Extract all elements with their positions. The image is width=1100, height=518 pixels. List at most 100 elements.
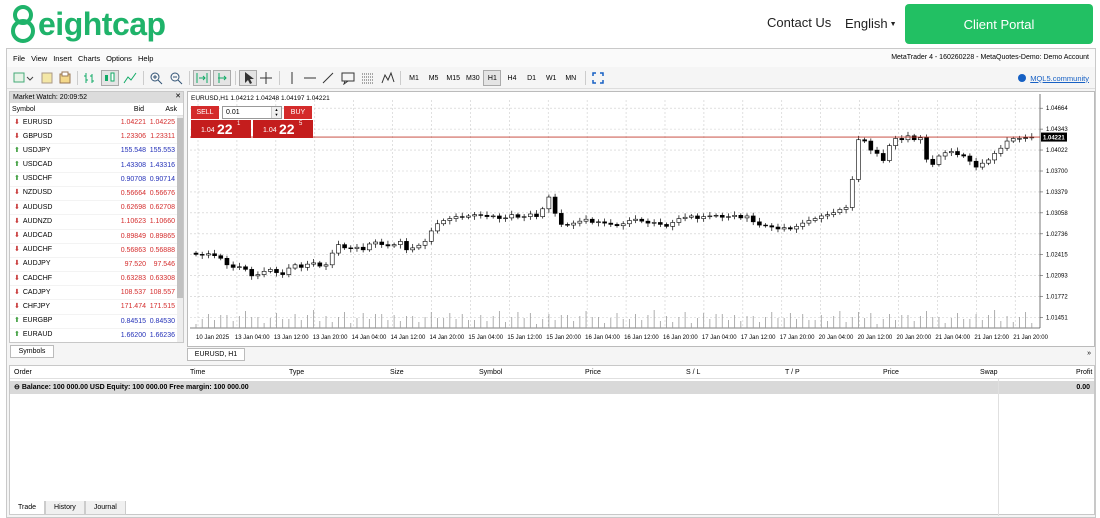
bid-cell: 1.66200 [120, 331, 146, 339]
lot-size-input[interactable]: 0.01 ▲ ▼ [222, 106, 282, 119]
market-watch-row[interactable]: ⬇ AUDUSD 0.62698 0.62708 [10, 201, 183, 216]
chart-tab-eurusd[interactable]: EURUSD, H1 [187, 348, 245, 361]
bar-chart-icon[interactable] [81, 70, 99, 86]
ask-column-header[interactable]: Ask [146, 103, 179, 115]
menu-view[interactable]: View [31, 54, 47, 63]
market-watch-row[interactable]: ⬇ AUDNZD 1.10623 1.10660 [10, 215, 183, 230]
market-watch-scrollbar[interactable] [177, 116, 183, 342]
profiles-icon[interactable] [39, 70, 55, 86]
timeframe-h4[interactable]: H4 [503, 70, 521, 86]
mql5-community-link[interactable]: MQL5.community [1017, 73, 1089, 83]
timeframe-mn[interactable]: MN [562, 70, 580, 86]
terminal-tab-history[interactable]: History [45, 501, 85, 515]
symbol-cell: ⬆ EURGBP [10, 315, 106, 328]
market-watch-row[interactable]: ⬆ USDCAD 1.43308 1.43316 [10, 159, 183, 173]
arrow-down-icon: ⬇ [14, 132, 20, 140]
market-watch-row[interactable]: ⬆ EURGBP 0.84515 0.84530 [10, 315, 183, 329]
arrow-down-icon: ⬇ [14, 274, 20, 282]
trendline-icon[interactable] [319, 70, 337, 86]
menu-charts[interactable]: Charts [78, 54, 100, 63]
market-watch-row[interactable]: ⬇ GBPUSD 1.23306 1.23311 [10, 130, 183, 145]
timeframe-h1[interactable]: H1 [483, 70, 502, 86]
x-tick-label: 17 Jan 20:00 [780, 335, 815, 341]
close-icon[interactable]: ✕ [175, 92, 181, 100]
terminal-col-sl-6[interactable]: S / L [686, 366, 700, 379]
templates-icon[interactable] [57, 70, 73, 86]
symbols-tab[interactable]: Symbols [10, 345, 54, 358]
candle-up [453, 216, 459, 219]
candlestick-chart[interactable]: 10 Jan 2025 13 Jan 04:00 13 Jan 12:00 13 Ja… [188, 92, 1094, 346]
market-watch-row[interactable]: ⬇ AUDJPY 97.520 97.546 [10, 258, 183, 273]
x-tick-label: 16 Jan 04:00 [585, 335, 620, 341]
zoom-in-icon[interactable] [147, 70, 165, 86]
balance-row[interactable]: ⊖ Balance: 100 000.00 USD Equity: 100 00… [10, 381, 1094, 394]
terminal-col-symbol-4[interactable]: Symbol [479, 366, 502, 379]
terminal-tab-trade[interactable]: Trade [9, 501, 46, 515]
menu-insert[interactable]: Insert [53, 54, 72, 63]
timeframe-d1[interactable]: D1 [523, 70, 541, 86]
bid-column-header[interactable]: Bid [106, 103, 146, 115]
market-watch-row[interactable]: ⬆ USDCHF 0.90708 0.90714 [10, 173, 183, 187]
cursor-icon[interactable] [239, 70, 257, 86]
terminal-tab-journal[interactable]: Journal [84, 501, 126, 515]
horizontal-line-icon[interactable] [301, 70, 319, 86]
buy-price-quote[interactable]: 1.04 22 5 [253, 120, 313, 138]
y-tick-label: 1.03058 [1046, 211, 1068, 217]
market-watch-row[interactable]: ⬆ EURAUD 1.66200 1.66236 [10, 329, 183, 342]
market-watch-row[interactable]: ⬇ AUDCHF 0.56863 0.56888 [10, 244, 183, 258]
timeframe-m15[interactable]: M15 [444, 70, 462, 86]
candle-up [992, 153, 997, 161]
menu-options[interactable]: Options [106, 54, 132, 63]
market-watch-row[interactable]: ⬇ AUDCAD 0.89849 0.89865 [10, 230, 183, 244]
auto-scroll-icon[interactable] [193, 70, 211, 86]
menu-help[interactable]: Help [138, 54, 153, 63]
chart-window[interactable]: 10 Jan 2025 13 Jan 04:00 13 Jan 12:00 13 Ja… [187, 91, 1095, 347]
market-watch-row[interactable]: ⬇ CADJPY 108.537 108.557 [10, 286, 183, 301]
language-selector[interactable]: English ▼ [845, 16, 897, 31]
buy-price-prefix: 1.04 [263, 127, 277, 134]
client-portal-button[interactable]: Client Portal [905, 4, 1093, 44]
chart-shift-icon[interactable] [213, 70, 231, 86]
market-watch-row[interactable]: ⬇ CADCHF 0.63283 0.63308 [10, 272, 183, 287]
candle-down [788, 227, 793, 230]
new-chart-icon[interactable] [11, 70, 37, 86]
text-label-icon[interactable] [339, 70, 357, 86]
elliott-wave-icon[interactable] [379, 70, 397, 86]
terminal-col-order-0[interactable]: Order [14, 366, 32, 379]
timeframe-m1[interactable]: M1 [405, 70, 423, 86]
terminal-col-profit-10[interactable]: Profit [1076, 366, 1092, 379]
chevron-double-right-icon[interactable]: » [1087, 350, 1091, 357]
symbol-column-header[interactable]: Symbol [10, 103, 106, 115]
lot-spinner-icon[interactable]: ▲ ▼ [271, 107, 281, 118]
market-watch-row[interactable]: ⬇ EURUSD 1.04221 1.04225 [10, 116, 183, 131]
terminal-col-time-1[interactable]: Time [190, 366, 205, 379]
terminal-col-swap-9[interactable]: Swap [980, 366, 998, 379]
line-chart-icon[interactable] [121, 70, 139, 86]
terminal-col-price-5[interactable]: Price [585, 366, 601, 379]
eightcap-logo[interactable]: eightcap [10, 4, 166, 44]
symbol-name: GBPUSD [22, 132, 53, 140]
market-watch-row[interactable]: ⬇ CHFJPY 171.474 171.515 [10, 300, 183, 315]
zoom-out-icon[interactable] [167, 70, 185, 86]
vertical-line-icon[interactable] [283, 70, 301, 86]
menu-file[interactable]: File [13, 54, 25, 63]
sell-button[interactable]: SELL [191, 106, 219, 119]
terminal-col-price-8[interactable]: Price [883, 366, 899, 379]
terminal-col-type-2[interactable]: Type [289, 366, 304, 379]
timeframe-w1[interactable]: W1 [542, 70, 560, 86]
terminal-col-tp-7[interactable]: T / P [785, 366, 800, 379]
market-watch-row[interactable]: ⬆ USDJPY 155.548 155.553 [10, 144, 183, 159]
contact-us-link[interactable]: Contact Us [767, 15, 831, 30]
market-watch-row[interactable]: ⬇ NZDUSD 0.56664 0.56676 [10, 187, 183, 202]
fullscreen-icon[interactable] [589, 70, 607, 86]
terminal-col-size-3[interactable]: Size [390, 366, 404, 379]
crosshair-icon[interactable] [257, 70, 275, 86]
collapse-icon[interactable]: ⊖ [14, 384, 22, 391]
fibonacci-icon[interactable] [359, 70, 377, 86]
timeframe-m5[interactable]: M5 [425, 70, 443, 86]
buy-button[interactable]: BUY [284, 106, 312, 119]
candlestick-chart-icon[interactable] [101, 70, 119, 86]
x-tick-label: 20 Jan 12:00 [858, 335, 893, 341]
sell-price-quote[interactable]: 1.04 22 1 [191, 120, 251, 138]
timeframe-m30[interactable]: M30 [464, 70, 482, 86]
